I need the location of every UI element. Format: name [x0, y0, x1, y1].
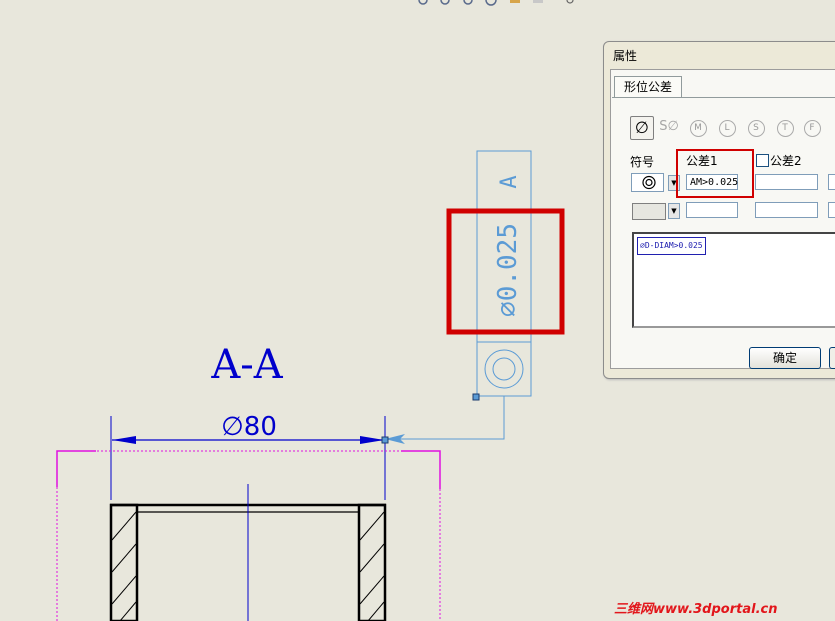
tangent-plane-icon: T [776, 120, 794, 137]
section-label: A-A [210, 342, 283, 388]
top-toolbar-icons[interactable] [418, 0, 574, 6]
ok-button[interactable]: 确定 [749, 347, 821, 369]
fcf-tolerance-text: ∅0.025 [493, 223, 523, 317]
mmc-button[interactable]: M [687, 116, 709, 138]
diameter-symbol-button[interactable]: ∅ [630, 116, 654, 140]
fcf-leader [385, 396, 505, 444]
second-datum-field[interactable] [828, 202, 835, 218]
color-select[interactable] [632, 203, 666, 220]
free-state-icon: F [803, 120, 821, 137]
dimension-text: ∅80 [221, 412, 277, 442]
free-state-button[interactable]: F [801, 116, 823, 138]
watermark-text: 三维网www.3dportal.cn [614, 602, 778, 617]
second-tolerance2-field[interactable] [755, 202, 818, 218]
rfs-icon: S [747, 120, 765, 137]
fcf-datum-text: A [497, 175, 522, 188]
dialog-title: 属性 [613, 49, 638, 63]
tab-geometric-tolerance[interactable]: 形位公差 [614, 76, 682, 98]
concentricity-icon [642, 175, 656, 190]
highlight-box-dialog [676, 149, 754, 198]
tolerance2-field[interactable] [755, 174, 818, 190]
diameter-dimension[interactable]: ∅80 [110, 412, 389, 500]
rfs-button[interactable]: S [745, 116, 767, 138]
feature-control-frame[interactable]: A ∅0.025 [472, 150, 532, 401]
datum1-field[interactable] [828, 174, 835, 190]
fcf-grip-handle [472, 393, 480, 401]
lmc-icon: L [718, 120, 736, 137]
cancel-button[interactable] [829, 347, 835, 369]
second-row-dropdown-arrow[interactable]: ▼ [668, 203, 680, 219]
spherical-diameter-button[interactable]: S∅ [658, 116, 680, 138]
symbol-label: 符号 [630, 155, 655, 169]
dimension-grip-handle [381, 436, 389, 444]
concentricity-symbol-icon [484, 349, 524, 389]
tangent-plane-button[interactable]: T [774, 116, 796, 138]
lmc-button[interactable]: L [716, 116, 738, 138]
part-section[interactable] [109, 484, 387, 621]
tab-divider [612, 97, 835, 98]
preview-fcf: ∅D-DIAM>0.025 [637, 237, 706, 255]
second-tolerance1-field[interactable] [686, 202, 738, 218]
symbol-select[interactable] [631, 173, 664, 192]
preview-pane: ∅D-DIAM>0.025 [632, 232, 835, 328]
mmc-icon: M [689, 120, 707, 137]
tolerance2-label: 公差2 [770, 154, 802, 168]
tolerance2-checkbox[interactable] [756, 154, 769, 167]
preview-fcf-text: ∅D-DIAM>0.025 [640, 241, 703, 250]
